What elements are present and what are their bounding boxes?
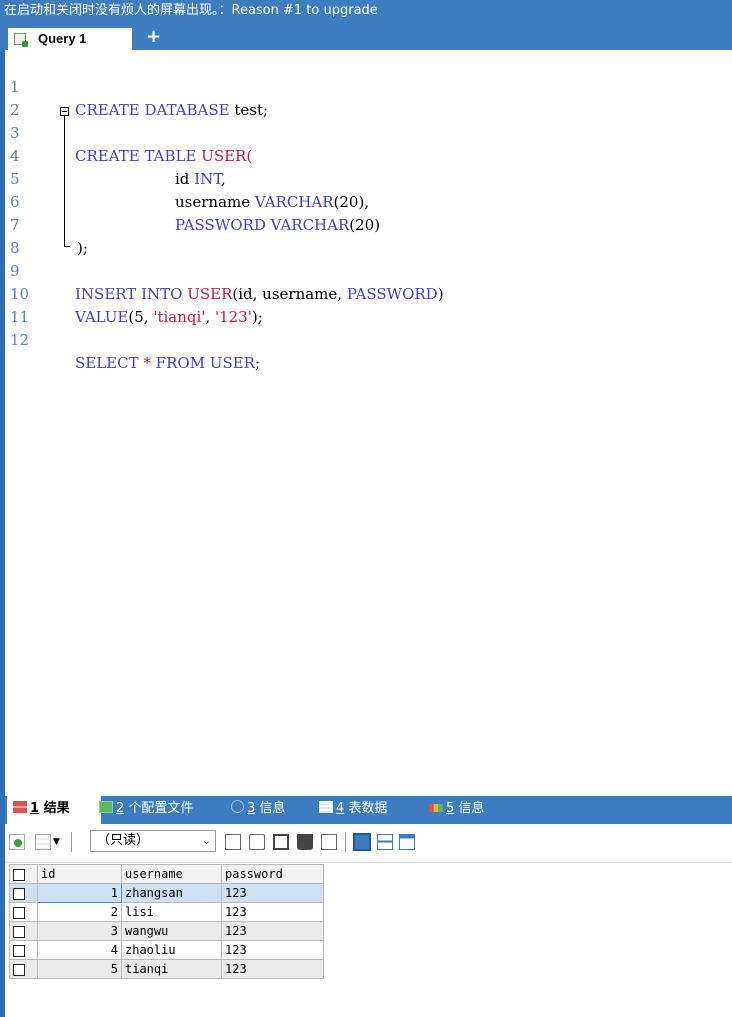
cell-id[interactable]: 4 [37,940,122,960]
row-checkbox[interactable] [9,959,38,979]
result-grid[interactable]: id username password 1 zhangsan 123 2 li… [9,864,324,979]
row-checkbox[interactable] [9,940,38,960]
code-line: 3 CREATE TABLE USER( [10,124,253,165]
tab-query-1[interactable]: Query 1 [8,28,132,50]
add-row-icon[interactable] [9,834,25,850]
cell-password[interactable]: 123 [221,902,324,922]
query-icon [14,33,28,47]
code-line: 11 [5,283,725,326]
tab-query-1-label: Query 1 [38,31,87,46]
cell-id[interactable]: 1 [37,883,122,903]
chevron-down-icon[interactable]: ▼ [53,834,63,850]
code-line: 6 PASSWORD VARCHAR(20) [10,193,381,234]
cell-id[interactable]: 2 [37,902,122,922]
column-header-username[interactable]: username [121,864,222,884]
code-line: 2 [5,76,725,119]
mode-select[interactable]: （只读） ⌄ [90,830,216,852]
table-row[interactable]: 5 tianqi 123 [9,959,324,979]
result-tab-bar: 1 结果 2 个配置文件 3 信息 4 表数据 5 信息 [5,796,732,824]
toolbar-divider [345,832,346,852]
add-query-tab-button[interactable]: + [146,26,161,48]
query-tab-bar: Query 1 [0,24,732,50]
text-layout-icon[interactable] [399,834,415,850]
table-row[interactable]: 1 zhangsan 123 [9,883,324,903]
code-line: 10 VALUE(5, 'tianqi', '123'); [10,285,263,326]
cell-username[interactable]: zhaoliu [121,940,222,960]
sql-editor[interactable]: 1 CREATE DATABASE test; 2 3 CREATE TABLE… [5,50,732,792]
row-checkbox[interactable] [9,902,38,922]
cell-username[interactable]: wangwu [121,921,222,941]
row-checkbox[interactable] [9,883,38,903]
result-toolbar: ▼ （只读） ⌄ [5,824,732,863]
copy-icon[interactable] [249,834,265,850]
tab-profile-2[interactable]: 2 个配置文件 [99,796,193,824]
tab-result-1[interactable]: 1 结果 [7,796,101,824]
column-header-id[interactable]: id [37,864,122,884]
cell-username[interactable]: lisi [121,902,222,922]
cell-username[interactable]: zhangsan [121,883,222,903]
profile-icon [99,801,113,813]
code-line: 5 username VARCHAR(20), [10,170,370,211]
export-icon[interactable] [225,834,241,850]
table-row[interactable]: 4 zhaoliu 123 [9,940,324,960]
cell-username[interactable]: tianqi [121,959,222,979]
code-line: 8 [5,214,725,257]
save-icon[interactable] [273,834,289,850]
table-row[interactable]: 2 lisi 123 [9,902,324,922]
grid-header-row: id username password [9,864,324,884]
result-grid-icon [13,801,27,813]
cell-password[interactable]: 123 [221,883,324,903]
tab-info-5[interactable]: 5 信息 [429,796,484,824]
cell-password[interactable]: 123 [221,940,324,960]
cell-password[interactable]: 123 [221,921,324,941]
form-layout-icon[interactable] [377,834,393,850]
chart-icon [429,804,443,812]
table-row[interactable]: 3 wangwu 123 [9,921,324,941]
code-line: 7 ); [10,216,88,257]
row-checkbox[interactable] [9,921,38,941]
select-all-checkbox[interactable] [9,864,38,884]
refresh-icon[interactable] [321,834,337,850]
code-line: 9 INSERT INTO USER(id, username, PASSWOR… [10,262,444,303]
cell-id[interactable]: 3 [37,921,122,941]
chevron-down-icon: ⌄ [201,834,211,847]
toolbar-divider [71,832,72,852]
cell-id[interactable]: 5 [37,959,122,979]
table-icon [319,801,333,813]
tab-table-data-4[interactable]: 4 表数据 [319,796,387,824]
code-line: 12 SELECT * FROM USER; [10,331,261,372]
tab-info-3[interactable]: 3 信息 [231,796,285,824]
delete-icon[interactable] [297,834,313,850]
line-number: 12 [10,331,30,349]
code-line: 4 id INT, [10,147,226,188]
info-icon [231,800,244,813]
column-header-password[interactable]: password [221,864,324,884]
code-line: 1 CREATE DATABASE test; [10,78,269,119]
grid-view-icon[interactable] [35,834,51,850]
grid-layout-icon[interactable] [353,833,371,851]
cell-password[interactable]: 123 [221,959,324,979]
upgrade-banner[interactable]: 在启动和关闭时没有烦人的屏幕出现。：Reason #1 to upgrade [0,0,732,24]
